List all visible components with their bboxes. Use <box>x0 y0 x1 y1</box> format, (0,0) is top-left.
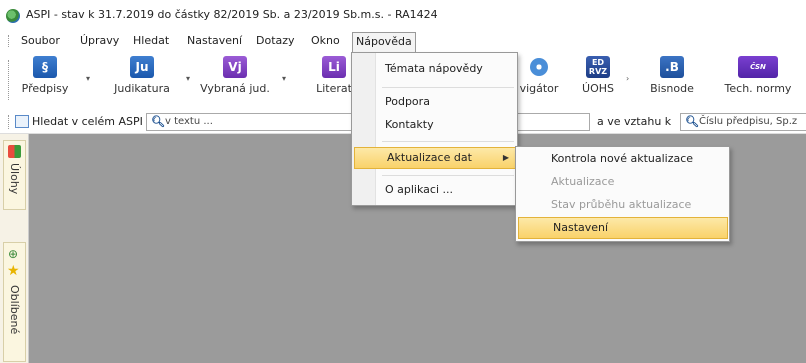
submenu-arrow-icon: ▶ <box>502 153 509 162</box>
title-bar: ASPI - stav k 31.7.2019 do částky 82/201… <box>0 0 806 30</box>
toolbar-grip[interactable] <box>8 60 10 100</box>
search-icon: 🔍︎ <box>151 115 165 128</box>
history-icon: ⊕ <box>8 247 19 261</box>
predpisy-icon: § <box>33 56 57 78</box>
judikatura-icon: Ju <box>130 56 154 78</box>
uohs-label: ÚOHS <box>582 82 614 95</box>
ulohy-icon <box>8 145 21 158</box>
navigator-button[interactable]: vigátor <box>518 56 560 95</box>
tab-ulohy[interactable]: Úlohy <box>3 140 26 210</box>
search-scope-label: Hledat v celém ASPI <box>32 115 143 128</box>
judikatura-button[interactable]: Ju Judikatura <box>108 56 176 95</box>
number-search-input[interactable]: 🔍︎ Číslu předpisu, Sp.z <box>680 113 806 131</box>
menu-item-o-aplikaci[interactable]: O aplikaci ... <box>352 179 517 201</box>
napoveda-dropdown: Témata nápovědy Podpora Kontakty Aktuali… <box>351 52 518 206</box>
dropdown-separator <box>382 141 514 142</box>
vybrana-jud-icon: Vj <box>223 56 247 78</box>
predpisy-button[interactable]: § Předpisy <box>16 56 74 95</box>
vybrana-jud-dropdown-icon[interactable]: ▾ <box>282 74 286 83</box>
aspi-logo-icon <box>6 9 20 23</box>
text-search-placeholder: v textu ... <box>165 116 213 127</box>
menu-item-nastaveni[interactable]: Nastavení <box>518 217 728 239</box>
predpisy-dropdown-icon[interactable]: ▾ <box>86 74 90 83</box>
dropdown-separator <box>382 175 514 176</box>
vybrana-jud-button[interactable]: Vj Vybraná jud. <box>200 56 270 95</box>
tech-normy-label: Tech. normy <box>724 82 792 95</box>
menu-item-podpora[interactable]: Podpora <box>352 91 517 113</box>
menu-grip[interactable] <box>8 35 10 47</box>
navigator-label: vigátor <box>519 82 559 95</box>
searchbar-grip[interactable] <box>8 115 10 129</box>
judikatura-dropdown-icon[interactable]: ▾ <box>186 74 190 83</box>
number-search-icon: 🔍︎ <box>685 115 699 128</box>
text-search-input[interactable]: 🔍︎ v textu ... <box>146 113 352 131</box>
navigator-icon <box>530 58 548 76</box>
vybrana-jud-label: Vybraná jud. <box>200 82 270 95</box>
tab-oblibene[interactable]: ⊕ ★ Oblíbené <box>3 242 26 362</box>
menu-soubor[interactable]: Soubor <box>18 33 63 49</box>
menu-item-stav-aktualizace: Stav průběhu aktualizace <box>551 198 692 211</box>
menu-nastaveni[interactable]: Nastavení <box>184 33 245 49</box>
menu-napoveda[interactable]: Nápověda <box>352 32 416 52</box>
bisnode-icon: .B <box>660 56 684 78</box>
judikatura-label: Judikatura <box>114 82 170 95</box>
tab-oblibene-label: Oblíbené <box>8 285 21 335</box>
predpisy-label: Předpisy <box>21 82 69 95</box>
tab-ulohy-label: Úlohy <box>8 163 21 195</box>
star-icon: ★ <box>7 263 20 279</box>
uohs-dropdown-icon[interactable]: › <box>626 74 629 83</box>
bisnode-label: Bisnode <box>650 82 694 95</box>
number-search-placeholder: Číslu předpisu, Sp.z <box>699 116 798 127</box>
menu-item-aktualizace-dat-label: Aktualizace dat <box>387 151 472 164</box>
menu-hledat[interactable]: Hledat <box>130 33 172 49</box>
dropdown-separator <box>382 87 514 88</box>
menu-item-temata-napovedy[interactable]: Témata nápovědy <box>352 58 517 80</box>
menu-item-aktualizace-dat[interactable]: Aktualizace dat ▶ <box>354 147 516 169</box>
menu-dotazy[interactable]: Dotazy <box>253 33 298 49</box>
literatura-label: Literat <box>316 82 352 95</box>
literatura-button[interactable]: Li Literat <box>314 56 354 95</box>
search-scope-icon <box>15 115 29 128</box>
relation-label: a ve vztahu k <box>597 115 672 128</box>
tech-normy-icon: ČSN <box>738 56 778 78</box>
window-title: ASPI - stav k 31.7.2019 do částky 82/201… <box>26 8 438 21</box>
menu-item-aktualizace: Aktualizace <box>551 175 615 188</box>
literatura-icon: Li <box>322 56 346 78</box>
uohs-button[interactable]: ED RVZ ÚOHS <box>580 56 616 95</box>
menu-okno[interactable]: Okno <box>308 33 343 49</box>
aktualizace-submenu: Kontrola nové aktualizace Aktualizace St… <box>515 146 730 242</box>
tech-normy-button[interactable]: ČSN Tech. normy <box>722 56 794 95</box>
menu-bar: Soubor Úpravy Hledat Nastavení Dotazy Ok… <box>0 30 806 52</box>
left-sidebar: Úlohy ⊕ ★ Oblíbené <box>0 134 29 363</box>
menu-upravy[interactable]: Úpravy <box>77 33 122 49</box>
bisnode-button[interactable]: .B Bisnode <box>644 56 700 95</box>
menu-item-kontrola-aktualizace[interactable]: Kontrola nové aktualizace <box>516 148 729 170</box>
menu-item-kontakty[interactable]: Kontakty <box>352 114 517 136</box>
uohs-icon: ED RVZ <box>586 56 610 78</box>
